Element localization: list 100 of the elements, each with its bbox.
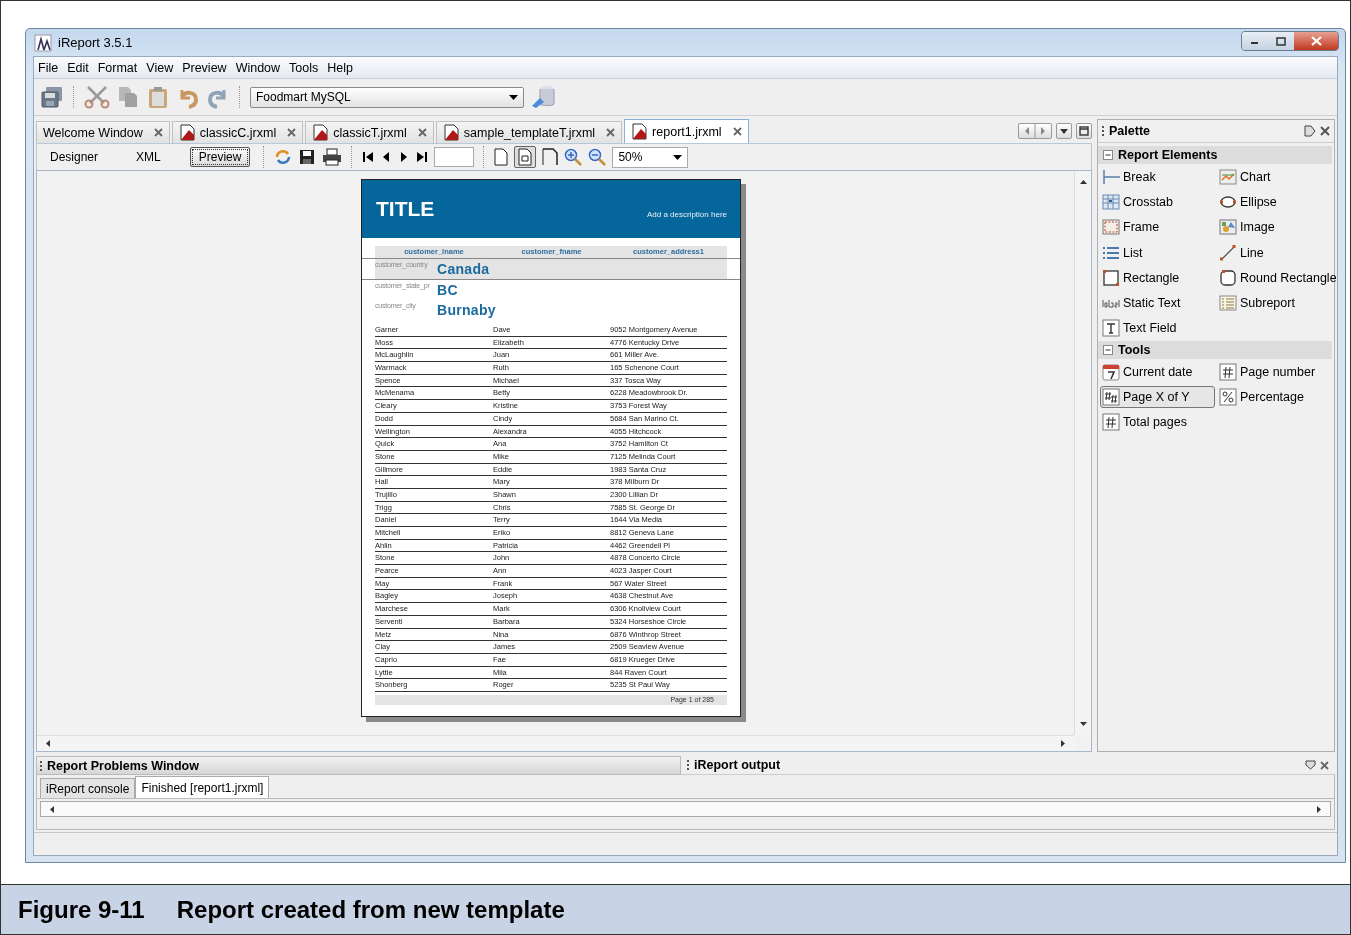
palette-item[interactable]: Break <box>1100 165 1215 188</box>
hash-icon <box>1219 362 1237 381</box>
save-all-icon[interactable] <box>40 85 64 109</box>
page-icon[interactable] <box>494 148 509 166</box>
palette-item[interactable]: Total pages <box>1100 411 1215 434</box>
palette-section-header[interactable]: Tools <box>1098 341 1332 360</box>
caret-icon <box>673 154 683 160</box>
palette-item[interactable]: Chart <box>1217 165 1333 188</box>
grip-icon <box>687 759 690 771</box>
editor-tab[interactable]: report1.jrxml <box>624 119 749 143</box>
close-button[interactable] <box>1294 32 1338 50</box>
zoom-dropdown[interactable]: 50% <box>612 146 689 168</box>
database-wizard-icon[interactable] <box>530 84 556 110</box>
scroll-down-icon[interactable] <box>1078 721 1088 727</box>
palette-item[interactable]: Rectangle <box>1100 266 1215 289</box>
close-icon[interactable] <box>732 127 742 136</box>
grip-icon <box>1102 125 1105 137</box>
palette-item[interactable]: Crosstab <box>1100 190 1215 213</box>
editor-tab[interactable]: Welcome Window <box>36 121 170 143</box>
dock-icon[interactable] <box>1304 125 1316 137</box>
close-icon[interactable] <box>153 128 163 137</box>
scissors-icon[interactable] <box>84 85 110 109</box>
maximize-icon <box>1276 36 1286 46</box>
palette-item[interactable]: Ellipse <box>1217 190 1333 213</box>
menu-item[interactable]: Tools <box>289 60 319 75</box>
palette-section-header[interactable]: Report Elements <box>1098 146 1332 164</box>
report-file-icon <box>442 124 459 141</box>
page-icon[interactable] <box>518 148 533 166</box>
calendar-icon <box>1102 362 1120 381</box>
minimize-button[interactable] <box>1242 32 1268 50</box>
maximize-button[interactable] <box>1268 32 1294 50</box>
palette-item[interactable]: Line <box>1217 241 1333 264</box>
close-icon[interactable] <box>287 128 297 137</box>
output-tab[interactable]: Finished [report1.jrxml] <box>135 776 270 798</box>
palette-item[interactable]: Subreport <box>1217 292 1333 315</box>
close-icon[interactable] <box>606 128 616 137</box>
horizontal-scrollbar[interactable] <box>40 801 1331 817</box>
menu-item[interactable]: File <box>38 60 59 75</box>
menu-item[interactable]: Edit <box>67 60 89 75</box>
page-number-field[interactable] <box>434 147 475 167</box>
figure-number: Figure 9-11 <box>18 895 145 924</box>
editor-tab[interactable]: classicC.jrxml <box>171 121 304 143</box>
menu-item[interactable]: View <box>146 60 174 75</box>
scroll-right-icon[interactable] <box>1316 804 1322 814</box>
maximize-icon[interactable] <box>1076 123 1092 139</box>
close-icon[interactable] <box>1320 760 1329 770</box>
view-tab[interactable]: Designer <box>41 147 108 167</box>
report-file-icon <box>178 124 195 141</box>
zoom-out-icon[interactable] <box>588 148 607 166</box>
window-title: iReport 3.5.1 <box>58 35 134 50</box>
report-description: Add a description here <box>646 209 727 219</box>
output-tab[interactable]: iReport console <box>40 778 136 798</box>
hash-icon <box>1102 413 1120 432</box>
menu-item[interactable]: Format <box>97 60 138 75</box>
palette-item[interactable]: Frame <box>1100 216 1215 239</box>
last-page-icon[interactable] <box>416 151 429 163</box>
group-value: BC <box>437 282 458 298</box>
palette-item[interactable]: Page X of Y <box>1100 386 1215 408</box>
view-tab[interactable]: Preview <box>189 147 251 167</box>
first-page-icon[interactable] <box>362 151 375 163</box>
print-icon[interactable] <box>322 148 343 166</box>
tab-list-icon[interactable] <box>1056 123 1072 139</box>
palette-item[interactable]: Image <box>1217 216 1333 239</box>
refresh-icon[interactable] <box>274 148 293 166</box>
editor-tab[interactable]: sample_templateT.jrxml <box>435 121 623 143</box>
collapse-icon[interactable] <box>1103 345 1113 356</box>
zoom-in-icon[interactable] <box>564 148 583 166</box>
view-tab[interactable]: XML <box>127 147 170 167</box>
palette-item[interactable]: Page number <box>1217 360 1333 383</box>
palette-item[interactable]: Static Text <box>1100 292 1215 315</box>
scroll-left-icon[interactable] <box>49 804 55 814</box>
menu-item[interactable]: Help <box>327 60 353 75</box>
editor-tab[interactable]: classicT.jrxml <box>305 121 434 143</box>
report-file-icon <box>631 123 648 140</box>
caret-icon <box>509 94 518 100</box>
percent-icon <box>1219 388 1237 406</box>
scroll-left-icon[interactable] <box>45 739 51 748</box>
menu-item[interactable]: Window <box>235 60 281 75</box>
collapse-icon[interactable] <box>1103 150 1113 160</box>
menu-item[interactable]: Preview <box>182 60 227 75</box>
datasource-dropdown[interactable]: Foodmart MySQL <box>250 86 524 108</box>
panel-title: iReport output <box>694 758 781 772</box>
close-icon[interactable] <box>417 128 427 137</box>
grip-icon <box>40 759 43 772</box>
close-icon[interactable] <box>1320 126 1330 136</box>
page-width-icon[interactable] <box>542 148 559 166</box>
double-hash-icon <box>1102 388 1120 406</box>
scroll-right-icon[interactable] <box>1060 739 1066 748</box>
break-icon <box>1102 167 1120 186</box>
chart-icon <box>1219 167 1237 186</box>
save-icon[interactable] <box>298 148 317 166</box>
palette-item[interactable]: Percentage <box>1217 386 1333 408</box>
subreport-icon <box>1219 294 1237 313</box>
palette-item[interactable]: Current date <box>1100 360 1215 383</box>
palette-item[interactable]: List <box>1100 241 1215 264</box>
scroll-up-icon[interactable] <box>1078 179 1088 185</box>
report-file-icon <box>312 124 329 141</box>
app-logo-icon <box>34 33 52 52</box>
minimize-icon[interactable] <box>1305 760 1316 770</box>
palette-item[interactable]: Text Field <box>1100 317 1215 340</box>
